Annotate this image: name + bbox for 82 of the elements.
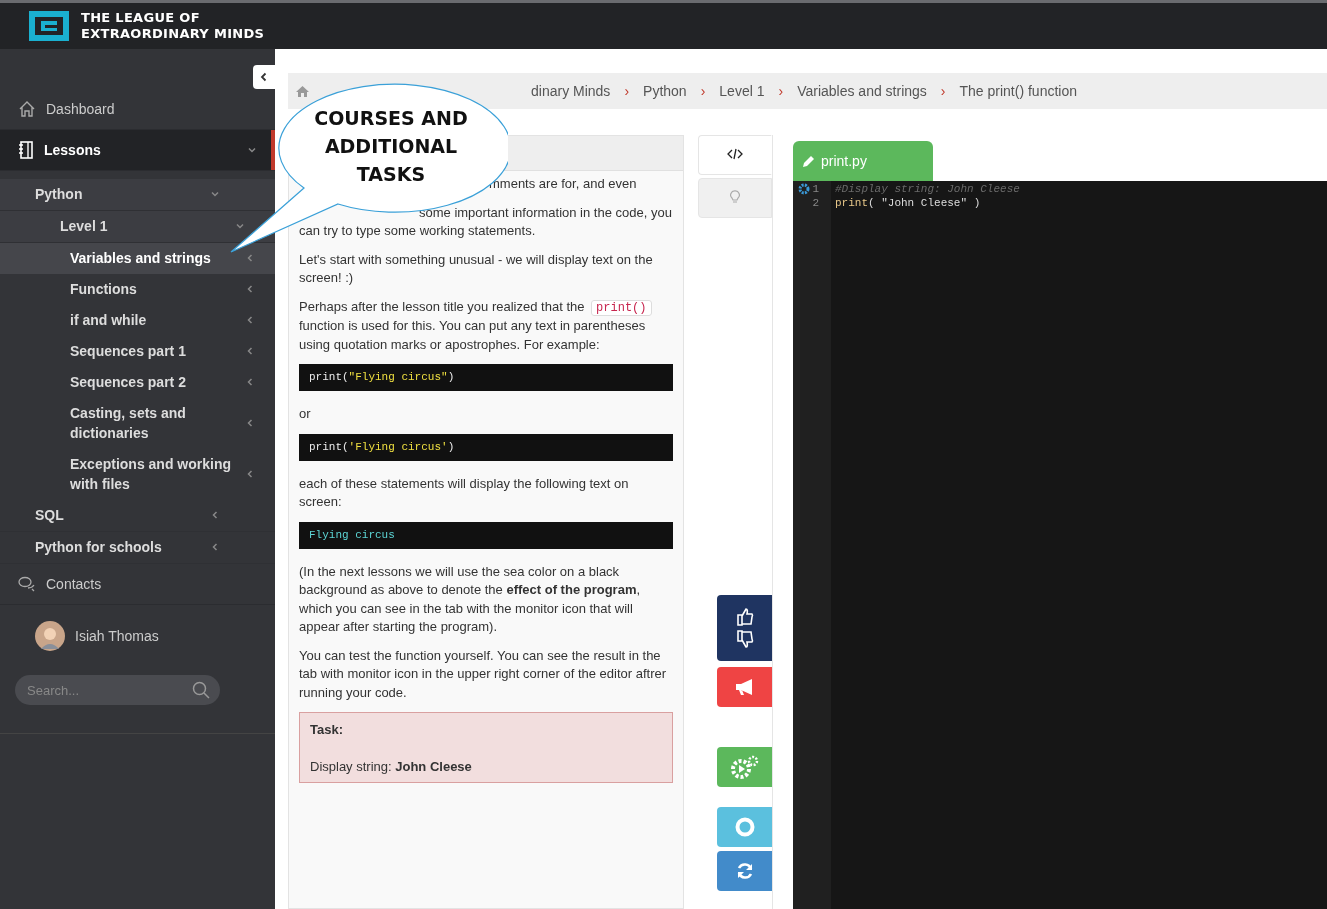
code-line: print( "John Cleese" )	[835, 196, 982, 210]
breadcrumb-separator: ›	[940, 83, 946, 99]
refresh-icon	[735, 862, 754, 880]
logo-icon	[29, 11, 69, 41]
breadcrumb-link[interactable]: Python	[643, 83, 687, 99]
breadcrumb-separator: ›	[700, 83, 706, 99]
menu-item[interactable]: Lessons	[0, 130, 275, 171]
task-title: Task:	[310, 721, 344, 739]
breadcrumb-separator: ›	[778, 83, 784, 99]
menu-item[interactable]: Sequences part 2	[0, 367, 275, 398]
menu-item[interactable]: Functions	[0, 274, 275, 305]
chevron-icon[interactable]	[210, 510, 220, 520]
collapse-sidebar-button[interactable]	[253, 65, 275, 89]
home-icon[interactable]	[296, 85, 309, 97]
help-button[interactable]	[717, 807, 772, 847]
menu-item[interactable]: if and while	[0, 305, 275, 336]
chevron-icon[interactable]	[245, 469, 255, 479]
reset-button[interactable]	[717, 851, 772, 891]
code-icon	[727, 147, 743, 160]
lesson-text: Let's start with something unusual - we will display text on the screen! :)	[299, 250, 654, 287]
gears-play-icon	[729, 754, 760, 780]
menu-item[interactable]: Contacts	[0, 564, 275, 605]
code-line: #Display string: John Cleese	[835, 182, 1020, 196]
avatar-icon	[35, 621, 65, 651]
code-block: print("Flying circus")	[299, 364, 673, 391]
lightbulb-icon	[730, 189, 740, 204]
line-number: 1	[812, 182, 819, 196]
pencil-icon	[802, 154, 815, 168]
lesson-text: or	[299, 405, 312, 423]
chevron-icon[interactable]	[235, 221, 245, 231]
chevron-icon[interactable]	[245, 315, 255, 325]
gear-icon	[798, 183, 811, 195]
breadcrumb-link[interactable]: Level 1	[719, 83, 765, 99]
code-block: Flying circus	[299, 521, 673, 549]
user-name[interactable]: Isiah Thomas	[75, 628, 159, 644]
lifebuoy-icon	[734, 817, 755, 837]
report-button[interactable]	[717, 667, 772, 707]
chevron-icon[interactable]	[245, 377, 255, 387]
lesson-text: mments are for, and even	[488, 175, 638, 193]
chevron-icon[interactable]	[245, 346, 255, 356]
lesson-text: each of these statements will display the following text on screen:	[299, 474, 630, 511]
thumbs-up-down-icon	[734, 606, 755, 650]
chevron-icon[interactable]	[245, 284, 255, 294]
menu-item[interactable]: Python for schools	[0, 532, 275, 564]
menu-item[interactable]: Variables and strings	[0, 243, 275, 274]
chevron-icon[interactable]	[247, 145, 257, 155]
chevron-icon[interactable]	[245, 418, 255, 428]
chevron-icon[interactable]	[210, 189, 220, 199]
lesson-text: some important information in the code, you can try to type some working statements.	[299, 203, 673, 240]
breadcrumb-separator: ›	[624, 83, 630, 99]
search-field[interactable]: Search...	[15, 675, 220, 705]
menu-item[interactable]: Casting, sets and dictionaries	[0, 398, 275, 449]
chevron-icon[interactable]	[245, 253, 255, 263]
breadcrumb-link[interactable]: dinary Minds	[531, 83, 611, 99]
callout-text: TASKS	[356, 162, 426, 187]
breadcrumb-link[interactable]: Variables and strings	[797, 83, 927, 99]
chevron-icon	[259, 72, 269, 82]
chat-icon	[18, 575, 36, 593]
menu-item[interactable]: Level 1	[0, 211, 275, 243]
code-block: print('Flying circus')	[299, 433, 673, 461]
run-button[interactable]	[717, 747, 772, 787]
logo-text: THE LEAGUE OF	[81, 10, 201, 26]
callout-text: ADDITIONAL	[324, 134, 458, 159]
chevron-icon[interactable]	[210, 542, 220, 552]
menu-item[interactable]: SQL	[0, 500, 275, 532]
notebook-icon	[18, 141, 34, 159]
editor-tab[interactable]	[698, 135, 772, 175]
lesson-text: Perhaps after the lesson title you realized that the print() function is used for this. You can put any text in parentheses using quotation marks or apostrophes. For example:	[299, 297, 673, 354]
lesson-text: You can test the function yourself. You can see the result in the tab with monitor icon in the upper right corner of the editor aftrer running your code.	[299, 646, 668, 702]
line-number: 2	[812, 196, 819, 210]
logo-text: EXTRAORDINARY MINDS	[81, 26, 265, 42]
vote-button[interactable]	[717, 595, 772, 661]
menu-item[interactable]: Sequences part 1	[0, 336, 275, 367]
breadcrumb-link[interactable]: The print() function	[959, 83, 1077, 99]
code-editor[interactable]: 1 2 #Display string: John Cleese print( "John Cleese" )	[793, 181, 1327, 909]
menu-item[interactable]: Python	[0, 179, 275, 211]
home-icon	[18, 100, 36, 118]
task-text: Display string: John Cleese	[310, 757, 473, 776]
search-icon[interactable]	[192, 681, 210, 699]
lesson-text: (In the next lessons we will use the sea color on a black background as above to denote the effect of the program, which you can see in the tab with the monitor icon that will appear after starting the program).	[299, 562, 642, 636]
menu-item[interactable]: Exceptions and working with files	[0, 449, 275, 500]
callout-text: COURSES AND	[314, 106, 468, 131]
